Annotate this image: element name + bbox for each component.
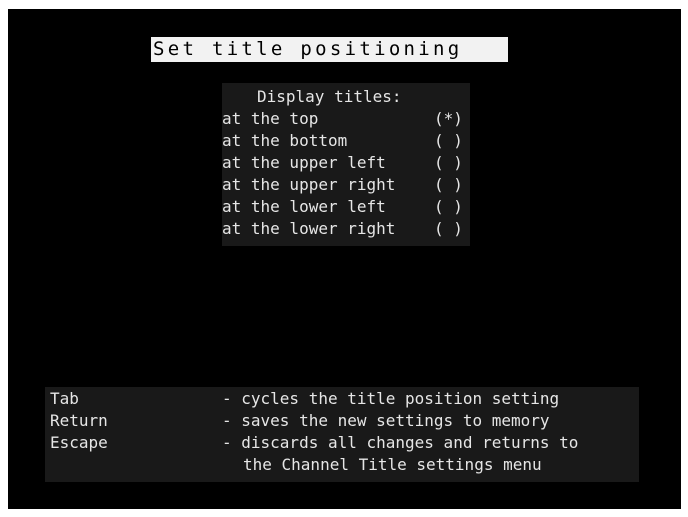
help-key-return: Return bbox=[50, 411, 108, 430]
page-title: Set title positioning bbox=[151, 37, 508, 62]
help-key-tab: Tab bbox=[50, 389, 79, 408]
option-upper-left-radio[interactable]: ( ) bbox=[434, 152, 463, 174]
option-lower-right-label[interactable]: at the lower right bbox=[222, 218, 395, 240]
option-lower-left-label[interactable]: at the lower left bbox=[222, 196, 386, 218]
help-key-escape: Escape bbox=[50, 433, 108, 452]
option-upper-right-label[interactable]: at the upper right bbox=[222, 174, 395, 196]
option-upper-left-label[interactable]: at the upper left bbox=[222, 152, 386, 174]
option-top-label[interactable]: at the top bbox=[222, 108, 318, 130]
options-heading: Display titles: bbox=[257, 87, 402, 106]
tv-screen: Set title positioning Display titles: at… bbox=[0, 0, 688, 517]
option-upper-right-radio[interactable]: ( ) bbox=[434, 174, 463, 196]
option-bottom-radio[interactable]: ( ) bbox=[434, 130, 463, 152]
option-top-radio[interactable]: (*) bbox=[434, 108, 463, 130]
option-lower-right-radio[interactable]: ( ) bbox=[434, 218, 463, 240]
help-desc-escape: - discards all changes and returns to bbox=[222, 433, 579, 452]
help-desc-escape-continued: the Channel Title settings menu bbox=[243, 455, 542, 474]
help-desc-tab: - cycles the title position setting bbox=[222, 389, 560, 408]
option-bottom-label[interactable]: at the bottom bbox=[222, 130, 347, 152]
help-desc-return: - saves the new settings to memory bbox=[222, 411, 550, 430]
option-lower-left-radio[interactable]: ( ) bbox=[434, 196, 463, 218]
